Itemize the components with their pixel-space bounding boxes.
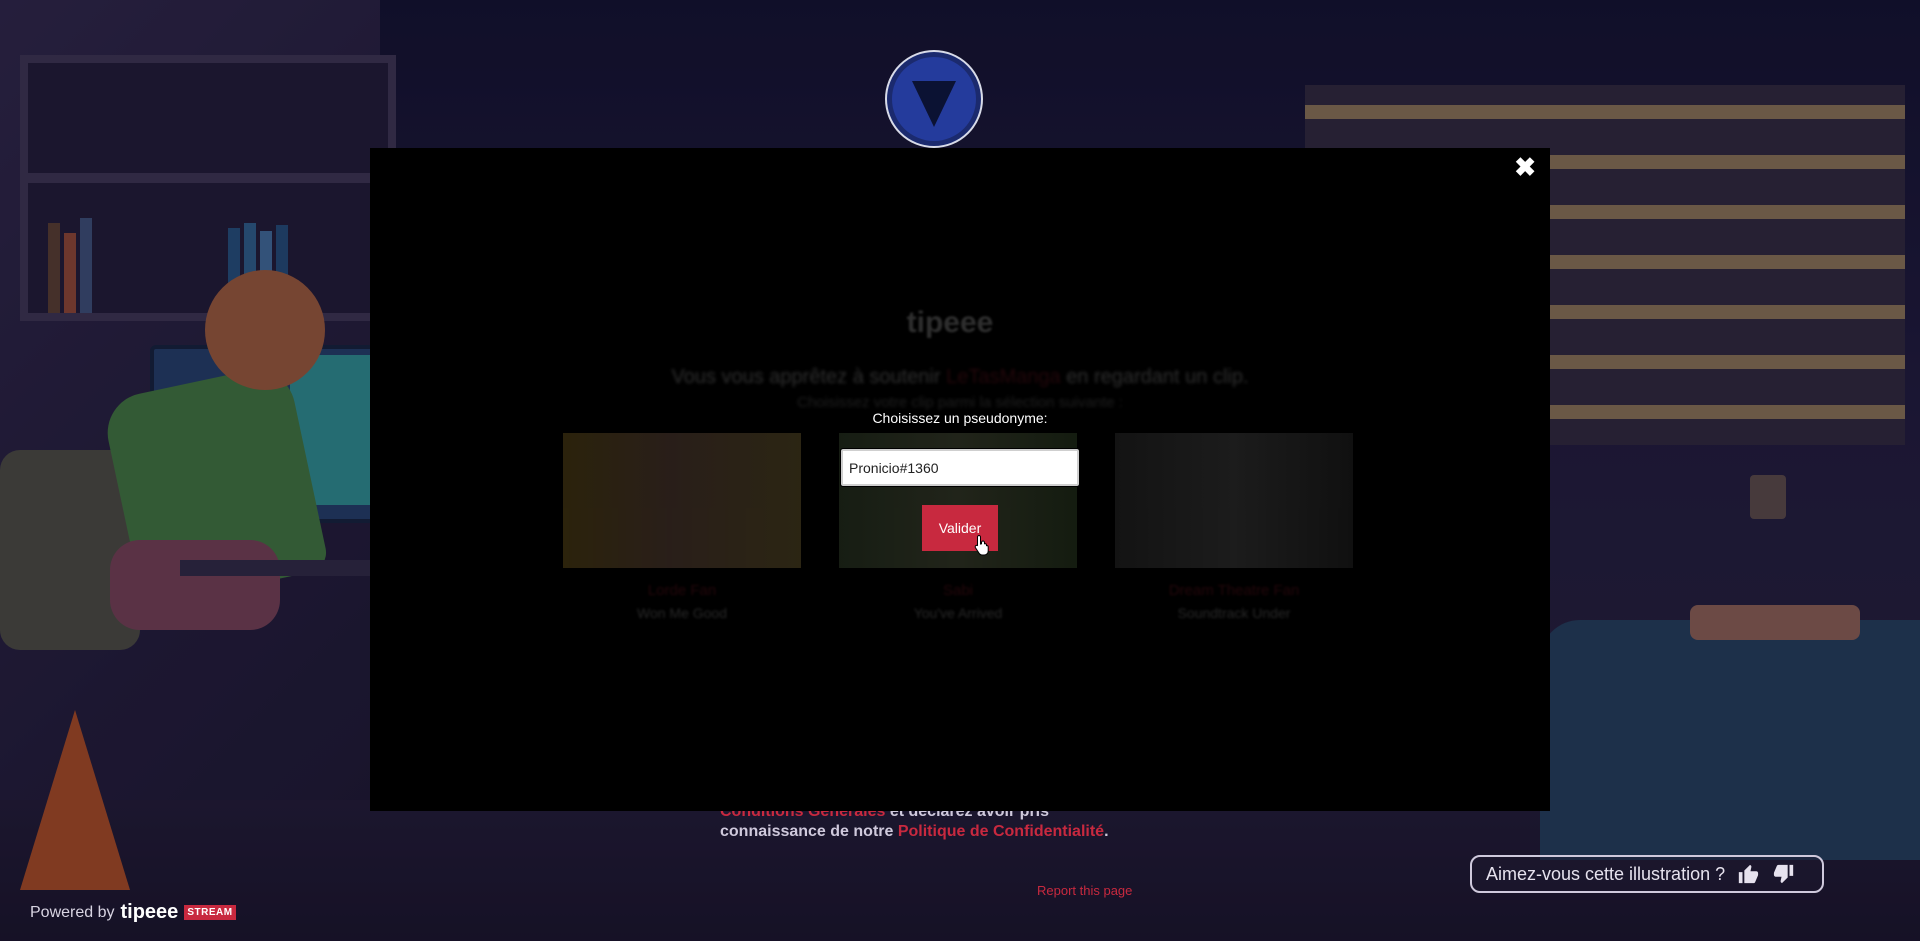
pseudonym-modal: ✖ tipeee Vous vous apprêtez à soutenir L… xyxy=(370,148,1550,811)
report-page-link[interactable]: Report this page xyxy=(1037,883,1132,898)
clip-thumbnail xyxy=(1115,433,1353,568)
clip-title: Dream Theatre Fan xyxy=(1168,582,1300,599)
clip-title: Lorde Fan xyxy=(647,582,717,599)
clip-subtitle: You've Arrived xyxy=(913,605,1003,621)
thumbs-down-icon[interactable] xyxy=(1771,861,1797,887)
faded-headline: Vous vous apprêtez à soutenir LeTasManga… xyxy=(370,366,1550,389)
logo-v-mark xyxy=(912,81,956,127)
close-icon[interactable]: ✖ xyxy=(1514,152,1536,182)
pseudonym-label: Choisissez un pseudonyme: xyxy=(872,410,1048,426)
legal-text: connaissance de notre xyxy=(720,823,898,840)
powered-by-label: Powered by xyxy=(30,903,115,921)
powered-by: Powered by tipeee STREAM xyxy=(30,901,236,924)
clip-thumbnail xyxy=(563,433,801,568)
pseudonym-input[interactable] xyxy=(840,448,1080,487)
illustration-feedback: Aimez-vous cette illustration ? xyxy=(1470,855,1824,893)
legal-text: . xyxy=(1104,823,1109,840)
faded-tipeee-logo: tipeee xyxy=(906,306,994,339)
stream-badge: STREAM xyxy=(184,905,236,920)
channel-logo xyxy=(885,50,983,148)
clip-title: Sabi xyxy=(942,582,974,599)
headline-prefix: Vous vous apprêtez à soutenir xyxy=(671,366,941,388)
clip-card[interactable]: Dream Theatre Fan Soundtrack Under xyxy=(1115,433,1353,621)
clip-subtitle: Won Me Good xyxy=(636,605,727,621)
headline-creator: LeTasManga xyxy=(946,366,1061,388)
hand-cursor-icon xyxy=(974,534,989,556)
clip-subtitle: Soundtrack Under xyxy=(1177,605,1291,621)
privacy-link[interactable]: Politique de Confidentialité xyxy=(898,823,1104,840)
headline-suffix: en regardant un clip. xyxy=(1066,366,1249,388)
faded-subline: Choisissez votre clip parmi la sélection… xyxy=(797,394,1123,411)
tipeee-logo[interactable]: tipeee xyxy=(121,901,179,924)
clip-card[interactable]: Lorde Fan Won Me Good xyxy=(563,433,801,621)
thumbs-up-icon[interactable] xyxy=(1735,861,1761,887)
feedback-question: Aimez-vous cette illustration ? xyxy=(1486,863,1726,884)
